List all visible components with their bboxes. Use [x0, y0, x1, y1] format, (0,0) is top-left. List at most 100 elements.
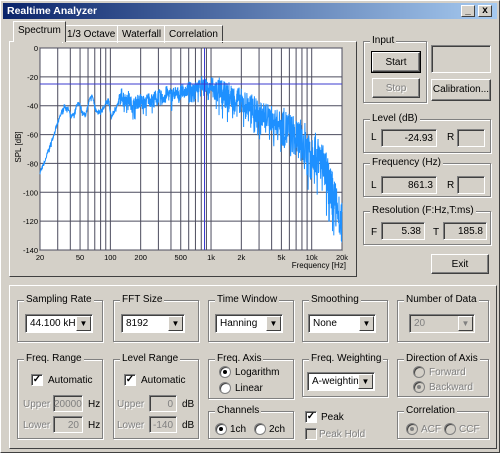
resolution-f-value: 5.38 — [381, 222, 425, 240]
tab-spectrum[interactable]: Spectrum — [13, 21, 66, 42]
exit-button[interactable]: Exit — [431, 254, 489, 274]
level-range-upper-unit: dB — [182, 399, 195, 410]
realtime-analyzer-window: Realtime Analyzer _ x Spectrum 1/3 Octav… — [0, 0, 500, 453]
resolution-t-value: 185.8 — [443, 222, 487, 240]
linear-label: Linear — [235, 383, 263, 394]
level-range-label: Level Range — [120, 353, 181, 364]
resolution-t-label: T — [433, 227, 440, 238]
x-tick-label: 2k — [237, 253, 245, 262]
x-tick-label: 500 — [174, 253, 187, 262]
number-of-data-select[interactable]: 20 ▼ — [409, 314, 475, 333]
chevron-down-icon[interactable]: ▼ — [359, 316, 374, 331]
start-button[interactable]: Start — [371, 51, 421, 73]
x-axis-label: Frequency [Hz] — [292, 261, 346, 270]
freq-range-upper-label: Upper — [23, 399, 51, 410]
peak-hold-label: Peak Hold — [319, 429, 366, 440]
y-tick-label: -80 — [27, 159, 38, 168]
level-range-upper-label: Upper — [117, 399, 145, 410]
peak-checkbox[interactable]: ✓ — [305, 411, 317, 423]
y-tick-label: -60 — [27, 131, 38, 140]
resolution-group-label: Resolution (F:Hz,T:ms) — [370, 205, 476, 216]
acf-radio[interactable] — [406, 423, 418, 435]
chevron-down-icon[interactable]: ▼ — [266, 316, 281, 331]
level-range-upper-field[interactable]: 0 — [149, 395, 177, 412]
chevron-down-icon[interactable]: ▼ — [358, 374, 373, 389]
peak-label: Peak — [321, 412, 344, 423]
frequency-r-label: R — [447, 180, 455, 191]
chevron-down-icon[interactable]: ▼ — [458, 316, 473, 331]
time-window-select[interactable]: Hanning ▼ — [215, 314, 283, 333]
freq-range-lower-field[interactable]: 20 — [53, 416, 83, 433]
fft-size-value: 8192 — [126, 318, 149, 329]
sampling-rate-label: Sampling Rate — [24, 294, 94, 305]
y-tick-label: 0 — [34, 44, 38, 53]
level-r-value — [457, 129, 485, 147]
ccf-label: CCF — [459, 424, 480, 435]
level-l-label: L — [371, 132, 377, 143]
freq-range-lower-unit: Hz — [88, 420, 101, 431]
level-range-lower-label: Lower — [117, 420, 145, 431]
fft-size-label: FFT Size — [120, 294, 165, 305]
y-tick-label: -40 — [27, 102, 38, 111]
time-window-value: Hanning — [220, 318, 258, 329]
sampling-rate-value: 44.100 kHz — [30, 318, 81, 329]
calibration-button[interactable]: Calibration... — [431, 79, 491, 101]
peak-hold-checkbox[interactable] — [305, 428, 317, 440]
freq-range-label: Freq. Range — [24, 353, 84, 364]
input-indicator — [431, 45, 491, 73]
logarithm-label: Logarithm — [235, 367, 280, 378]
freq-weighting-label: Freq. Weighting — [309, 353, 384, 364]
window-title: Realtime Analyzer — [7, 5, 98, 17]
logarithm-radio[interactable] — [219, 366, 231, 378]
level-group-label: Level (dB) — [370, 113, 420, 124]
frequency-l-label: L — [371, 180, 377, 191]
1ch-radio[interactable] — [215, 423, 227, 435]
spectrum-chart: 0-20-40-60-80-100-120-140 20 50 100 200 500 1… — [14, 44, 348, 270]
freq-range-upper-unit: Hz — [88, 399, 101, 410]
chevron-down-icon[interactable]: ▼ — [168, 316, 183, 331]
2ch-label: 2ch — [269, 424, 286, 435]
forward-radio[interactable] — [413, 366, 425, 378]
x-tick-label: 20 — [36, 253, 44, 262]
smoothing-select[interactable]: None ▼ — [308, 314, 376, 333]
level-range-lower-field[interactable]: -140 — [149, 416, 177, 433]
level-range-lower-unit: dB — [182, 420, 195, 431]
freq-range-upper-field[interactable]: 20000 — [53, 395, 83, 412]
y-tick-labels: 0-20-40-60-80-100-120-140 — [23, 44, 38, 255]
y-axis-label: SPL [dB] — [14, 131, 23, 162]
freq-range-automatic-checkbox[interactable]: ✓ — [31, 374, 43, 386]
sampling-rate-select[interactable]: 44.100 kHz ▼ — [25, 314, 93, 333]
time-window-label: Time Window — [215, 294, 280, 305]
freq-range-lower-label: Lower — [23, 420, 51, 431]
y-tick-label: -20 — [27, 73, 38, 82]
frequency-r-value — [457, 176, 485, 194]
x-tick-label: 1k — [207, 253, 215, 262]
stop-button[interactable]: Stop — [372, 78, 420, 98]
y-tick-label: -100 — [23, 188, 38, 197]
x-tick-label: 50 — [76, 253, 84, 262]
title-bar: Realtime Analyzer _ x — [3, 3, 497, 19]
x-tick-label: 200 — [134, 253, 147, 262]
level-range-automatic-label: Automatic — [141, 375, 186, 386]
close-button[interactable]: x — [478, 5, 492, 17]
correlation-label: Correlation — [404, 405, 457, 416]
frequency-l-value: 861.3 — [381, 176, 437, 194]
minimize-button[interactable]: _ — [461, 5, 475, 17]
freq-range-automatic-label: Automatic — [48, 375, 93, 386]
freq-weighting-select[interactable]: A-weighting ▼ — [307, 372, 375, 391]
chevron-down-icon[interactable]: ▼ — [76, 316, 91, 331]
level-range-automatic-checkbox[interactable]: ✓ — [124, 374, 136, 386]
linear-radio[interactable] — [219, 382, 231, 394]
channels-label: Channels — [215, 405, 262, 416]
ccf-radio[interactable] — [444, 423, 456, 435]
input-group-label: Input — [370, 35, 397, 46]
number-of-data-label: Number of Data — [404, 294, 479, 305]
backward-radio[interactable] — [413, 381, 425, 393]
smoothing-value: None — [313, 318, 337, 329]
level-r-label: R — [447, 132, 455, 143]
2ch-radio[interactable] — [254, 423, 266, 435]
x-tick-label: 5k — [277, 253, 285, 262]
resolution-f-label: F — [371, 227, 378, 238]
fft-size-select[interactable]: 8192 ▼ — [121, 314, 185, 333]
spectrum-panel: 0 -20 -40 -60 -80 -100 -120 -140 20 50 100 200 500 1… — [9, 41, 357, 277]
